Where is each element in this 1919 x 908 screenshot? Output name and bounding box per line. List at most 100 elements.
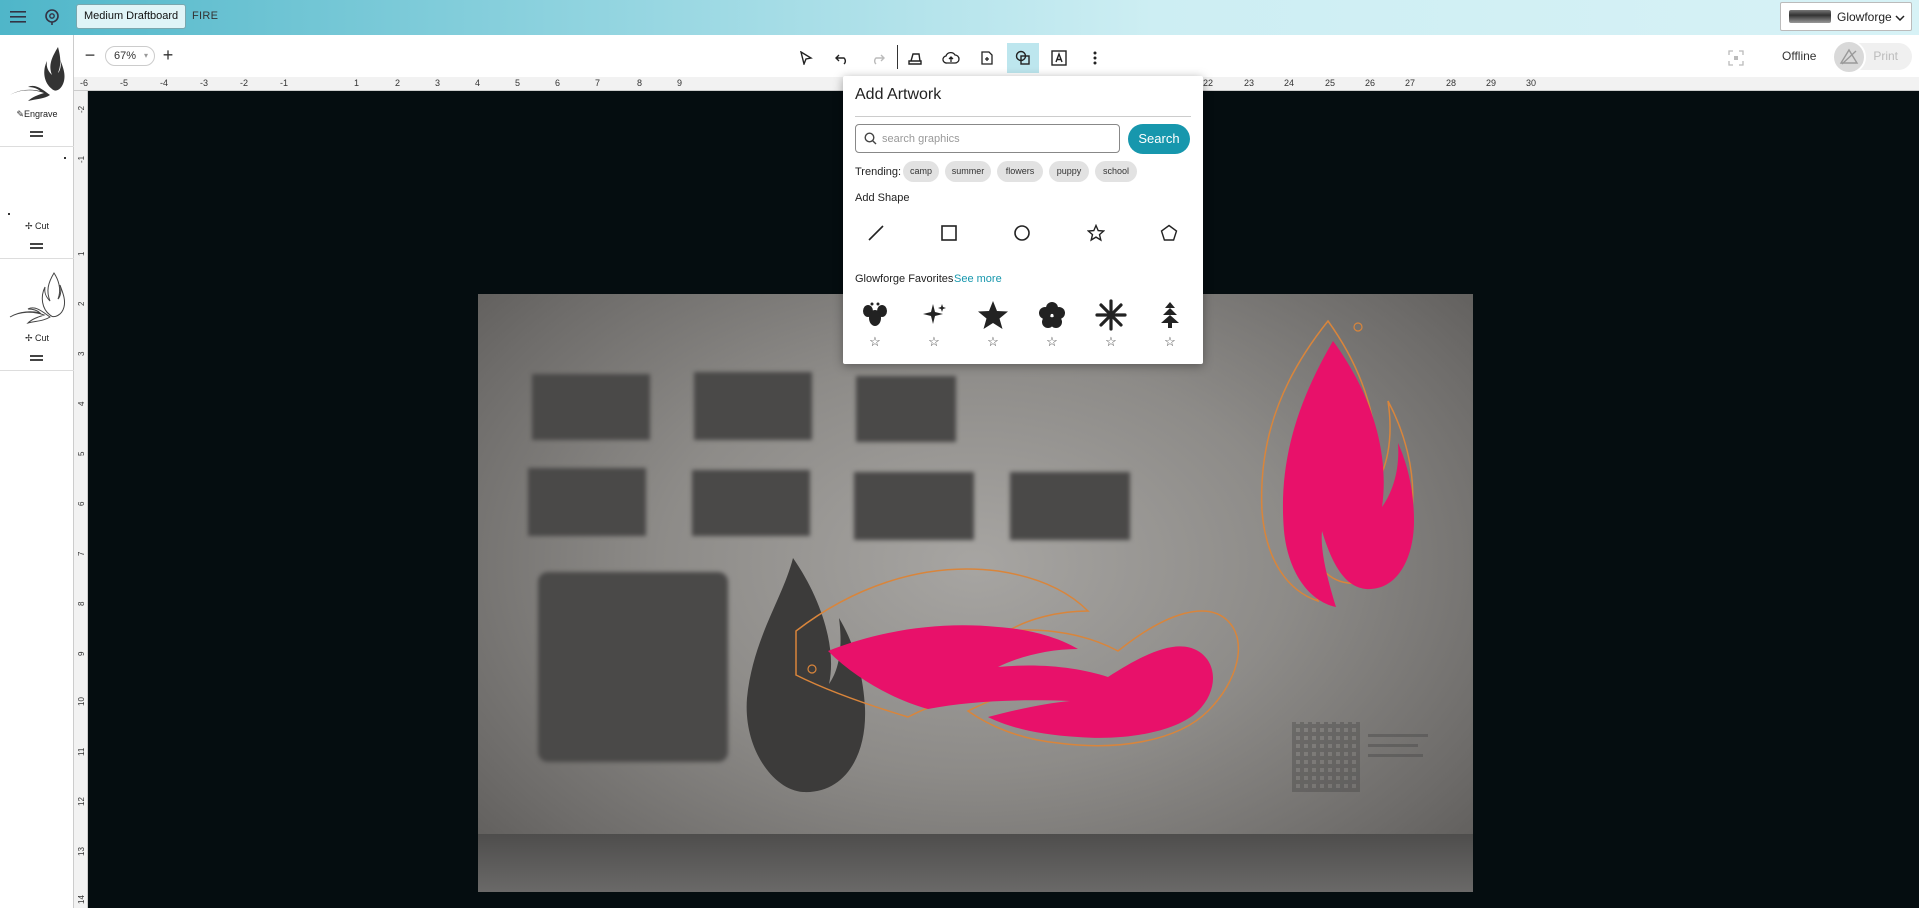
ruler-vertical: -2 -1 1 2 3 4 5 6 7 8 9 10 11 12 13 14 bbox=[74, 91, 88, 908]
divider bbox=[855, 116, 1191, 117]
design-name[interactable]: FIRE bbox=[192, 10, 218, 22]
zoom-in-button[interactable]: + bbox=[158, 45, 178, 65]
ruler-tick-label: 4 bbox=[475, 78, 481, 88]
asterisk-icon[interactable] bbox=[1095, 298, 1127, 332]
ruler-tick-label: 5 bbox=[77, 451, 86, 456]
search-field[interactable] bbox=[855, 124, 1120, 153]
cloud-upload-icon bbox=[942, 51, 960, 64]
more-options-button[interactable] bbox=[1079, 43, 1111, 73]
zoom-out-button[interactable]: − bbox=[80, 45, 100, 65]
ruler-tick-label: 2 bbox=[77, 301, 86, 306]
redo-button[interactable] bbox=[862, 43, 894, 73]
ruler-tick-label: 1 bbox=[77, 251, 86, 256]
more-vertical-icon bbox=[1093, 51, 1097, 65]
ruler-tick-label: 6 bbox=[77, 501, 86, 506]
circle-icon[interactable] bbox=[1008, 219, 1036, 247]
flame-engrave-horizontal[interactable] bbox=[828, 625, 1213, 738]
ruler-tick-label: 2 bbox=[395, 78, 401, 88]
ruler-tick-label: 5 bbox=[515, 78, 521, 88]
trending-chip[interactable]: school bbox=[1095, 161, 1137, 182]
ruler-tick-label: 7 bbox=[595, 78, 601, 88]
menu-icon[interactable] bbox=[7, 6, 29, 28]
pentagon-icon[interactable] bbox=[1155, 219, 1183, 247]
favorite-star-icon[interactable]: ☆ bbox=[1163, 335, 1177, 349]
step-cut-2[interactable]: ✢ Cut bbox=[0, 259, 74, 371]
add-shape-label: Add Shape bbox=[855, 192, 910, 204]
add-file-button[interactable] bbox=[971, 43, 1003, 73]
chevron-down-icon bbox=[1895, 10, 1905, 24]
search-button[interactable]: Search bbox=[1128, 124, 1190, 154]
add-text-button[interactable] bbox=[1043, 43, 1075, 73]
select-tool-button[interactable] bbox=[790, 43, 822, 73]
favorite-star-icon[interactable]: ☆ bbox=[1104, 335, 1118, 349]
trending-chip[interactable]: flowers bbox=[997, 161, 1043, 182]
ruler-tick-label: 11 bbox=[77, 747, 86, 756]
ruler-tick-label: 7 bbox=[77, 551, 86, 556]
trending-chip[interactable]: puppy bbox=[1049, 161, 1089, 182]
ruler-tick-label: 14 bbox=[77, 895, 86, 904]
drag-handle-icon[interactable] bbox=[30, 243, 43, 249]
see-more-link[interactable]: See more bbox=[954, 273, 1002, 285]
drag-handle-icon[interactable] bbox=[30, 131, 43, 137]
upload-button[interactable] bbox=[935, 43, 967, 73]
focus-icon bbox=[1728, 50, 1744, 66]
search-input[interactable] bbox=[882, 131, 1112, 147]
cut-hole-circle[interactable] bbox=[1353, 322, 1363, 332]
connection-status: Offline bbox=[1782, 49, 1817, 63]
drag-handle-icon[interactable] bbox=[30, 355, 43, 361]
trending-chip[interactable]: summer bbox=[945, 161, 991, 182]
ruler-tick-label: 4 bbox=[77, 401, 86, 406]
step-engrave[interactable]: ✎Engrave bbox=[0, 35, 74, 147]
zoom-select[interactable]: 67% ▾ bbox=[105, 46, 155, 66]
sparkle-icon[interactable] bbox=[918, 298, 950, 332]
flower-icon[interactable] bbox=[1036, 298, 1068, 332]
flame-engrave-vertical[interactable] bbox=[1282, 341, 1414, 607]
undo-icon bbox=[835, 54, 846, 65]
step-label: ✎Engrave bbox=[16, 109, 58, 119]
line-icon[interactable] bbox=[862, 219, 890, 247]
bee-icon[interactable] bbox=[859, 298, 891, 332]
cursor-icon bbox=[800, 51, 813, 65]
glowforge-logo-icon[interactable] bbox=[41, 6, 63, 28]
step-panel: ✎Engrave ✢ Cut ✢ Cut bbox=[0, 35, 74, 908]
top-header: Medium Draftboard FIRE Glowforge bbox=[0, 0, 1919, 35]
star-icon[interactable] bbox=[977, 298, 1009, 332]
bed-edge-shadow bbox=[478, 834, 1473, 892]
material-selector[interactable]: Medium Draftboard bbox=[76, 4, 187, 29]
cutout-hole bbox=[532, 374, 650, 440]
zoom-value: 67% bbox=[114, 50, 137, 62]
tree-icon[interactable] bbox=[1154, 298, 1186, 332]
focus-button[interactable] bbox=[1720, 43, 1752, 73]
offline-status-icon bbox=[1832, 40, 1866, 74]
ruler-tick-label: -1 bbox=[77, 155, 86, 163]
add-artwork-button[interactable] bbox=[1007, 43, 1039, 73]
toolbar: − 67% ▾ + Offline Print bbox=[74, 35, 1919, 77]
ruler-tick-label: 29 bbox=[1486, 78, 1497, 88]
trending-chip[interactable]: camp bbox=[903, 161, 939, 182]
ruler-tick-label: 25 bbox=[1325, 78, 1336, 88]
step-cut-1[interactable]: ✢ Cut bbox=[0, 147, 74, 259]
step-label: ✢ Cut bbox=[24, 333, 50, 343]
ruler-tick-label: -2 bbox=[240, 78, 249, 88]
ruler-tick-label: 23 bbox=[1244, 78, 1255, 88]
ruler-tick-label: -6 bbox=[80, 78, 89, 88]
square-icon[interactable] bbox=[935, 219, 963, 247]
favorite-star-icon[interactable]: ☆ bbox=[986, 335, 1000, 349]
chevron-down-icon: ▾ bbox=[143, 51, 148, 60]
ruler-tick-label: 30 bbox=[1526, 78, 1537, 88]
ruler-tick-label: 3 bbox=[435, 78, 441, 88]
panel-title: Add Artwork bbox=[855, 86, 942, 103]
trace-button[interactable] bbox=[899, 43, 931, 73]
ruler-tick-label: 9 bbox=[677, 78, 683, 88]
star-outline-icon[interactable] bbox=[1082, 219, 1110, 247]
favorite-star-icon[interactable]: ☆ bbox=[868, 335, 882, 349]
favorite-star-icon[interactable]: ☆ bbox=[1045, 335, 1059, 349]
machine-selector[interactable]: Glowforge bbox=[1780, 2, 1912, 31]
ruler-tick-label: 9 bbox=[77, 651, 86, 656]
machine-thumbnail bbox=[1789, 10, 1831, 23]
cut-hole-circle[interactable] bbox=[807, 664, 817, 674]
toolbar-divider bbox=[897, 45, 898, 69]
search-icon bbox=[864, 132, 877, 145]
favorite-star-icon[interactable]: ☆ bbox=[927, 335, 941, 349]
undo-button[interactable] bbox=[826, 43, 858, 73]
